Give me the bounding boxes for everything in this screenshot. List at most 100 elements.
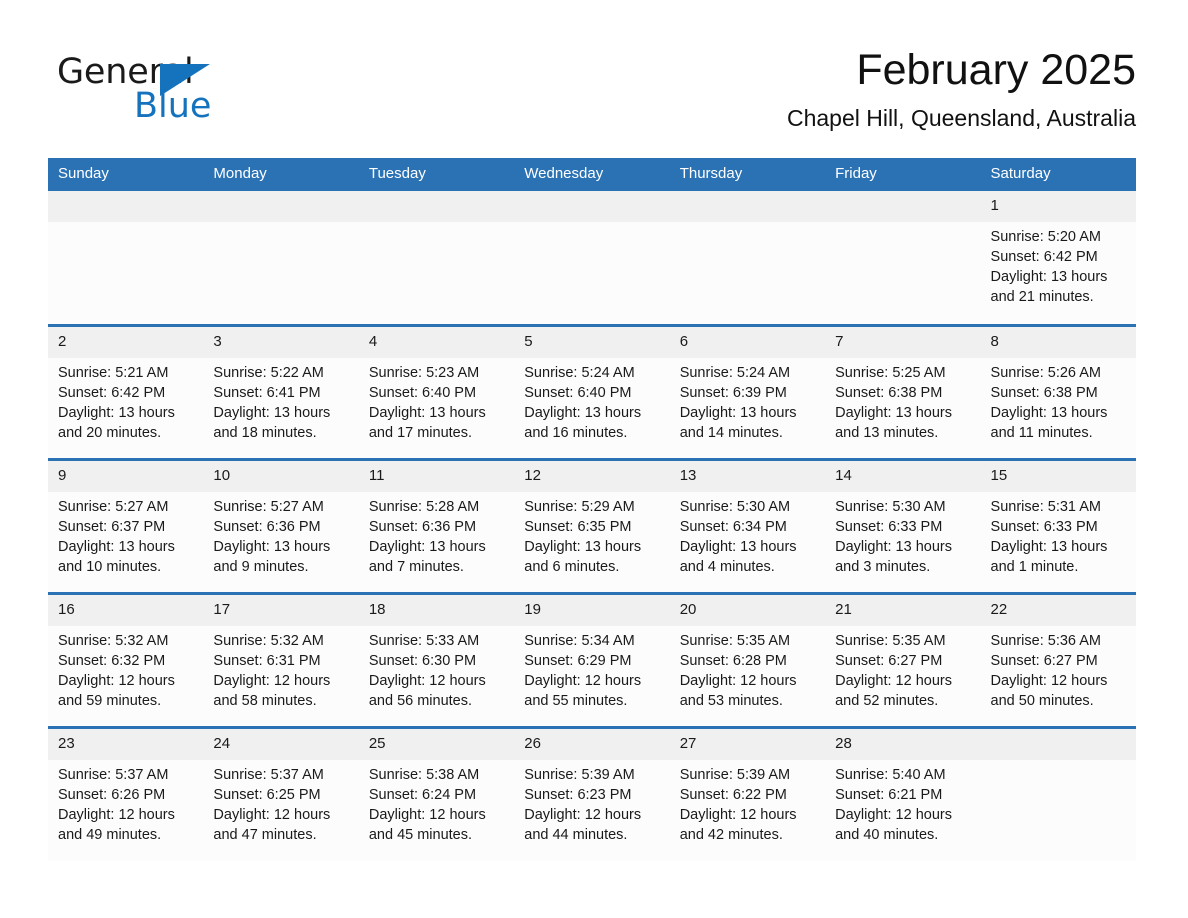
day-info: Sunrise: 5:24 AM Sunset: 6:40 PM Daylight:… (514, 358, 669, 443)
sunrise-text: Sunrise: 5:29 AM (524, 498, 635, 515)
sunset-text: Sunset: 6:36 PM (213, 518, 321, 535)
day-number (48, 191, 204, 222)
calendar-day-cell[interactable]: 20 Sunrise: 5:35 AM Sunset: 6:28 PM Dayligh… (669, 591, 826, 727)
calendar-day-cell[interactable]: 12 Sunrise: 5:29 AM Sunset: 6:35 PM Dayligh… (514, 457, 670, 593)
day-number (980, 728, 1136, 760)
daylight-text: Daylight: 13 hours and 11 minutes. (990, 404, 1108, 441)
daylight-text: Daylight: 13 hours and 20 minutes. (58, 404, 175, 441)
day-info: Sunrise: 5:28 AM Sunset: 6:36 PM Daylight:… (359, 492, 514, 577)
calendar-day-cell[interactable]: 23 Sunrise: 5:37 AM Sunset: 6:26 PM Dayligh… (48, 725, 204, 861)
sunrise-text: Sunrise: 5:36 AM (990, 632, 1101, 649)
day-number (514, 191, 670, 222)
daylight-text: Daylight: 13 hours and 4 minutes. (679, 538, 797, 575)
sunset-text: Sunset: 6:23 PM (524, 786, 632, 803)
day-number: 17 (203, 594, 359, 626)
calendar-day-cell[interactable]: 1 Sunrise: 5:20 AM Sunset: 6:42 PM Daylight… (980, 191, 1136, 325)
calendar-day-cell[interactable]: 24 Sunrise: 5:37 AM Sunset: 6:25 PM Dayligh… (203, 725, 359, 861)
calendar-day-cell[interactable]: 11 Sunrise: 5:28 AM Sunset: 6:36 PM Dayligh… (358, 457, 515, 593)
day-info: Sunrise: 5:33 AM Sunset: 6:30 PM Daylight:… (359, 626, 514, 711)
sunset-text: Sunset: 6:39 PM (679, 384, 787, 401)
calendar-day-cell[interactable]: 8 Sunrise: 5:26 AM Sunset: 6:38 PM Daylight… (980, 323, 1136, 459)
sunset-text: Sunset: 6:21 PM (835, 786, 943, 803)
sunrise-text: Sunrise: 5:27 AM (213, 498, 324, 515)
brand-logo[interactable]: General Blue (57, 52, 357, 128)
calendar-day-cell[interactable]: 27 Sunrise: 5:39 AM Sunset: 6:22 PM Dayligh… (669, 725, 826, 861)
day-info: Sunrise: 5:39 AM Sunset: 6:22 PM Daylight:… (670, 760, 825, 845)
sunrise-text: Sunrise: 5:31 AM (990, 498, 1101, 515)
calendar-day-cell[interactable]: 14 Sunrise: 5:30 AM Sunset: 6:33 PM Dayligh… (825, 457, 981, 593)
day-number: 12 (514, 460, 670, 492)
page-header: General Blue February 2025 Chapel Hill, … (48, 44, 1136, 148)
sunrise-text: Sunrise: 5:33 AM (368, 632, 480, 649)
calendar-day-cell[interactable]: 17 Sunrise: 5:32 AM Sunset: 6:31 PM Dayligh… (203, 591, 359, 727)
sunrise-text: Sunrise: 5:39 AM (524, 766, 635, 783)
daylight-text: Daylight: 13 hours and 13 minutes. (835, 404, 952, 441)
day-info: Sunrise: 5:23 AM Sunset: 6:40 PM Daylight:… (359, 358, 514, 443)
calendar-day-cell[interactable]: 10 Sunrise: 5:27 AM Sunset: 6:36 PM Dayligh… (203, 457, 359, 593)
calendar-day-cell[interactable]: 22 Sunrise: 5:36 AM Sunset: 6:27 PM Dayligh… (980, 591, 1136, 727)
day-number: 28 (825, 728, 981, 760)
calendar-day-cell[interactable]: 5 Sunrise: 5:24 AM Sunset: 6:40 PM Daylight… (514, 323, 670, 459)
daylight-text: Daylight: 12 hours and 53 minutes. (679, 672, 797, 709)
day-info: Sunrise: 5:39 AM Sunset: 6:23 PM Daylight:… (514, 760, 669, 845)
day-info: Sunrise: 5:36 AM Sunset: 6:27 PM Daylight:… (981, 626, 1136, 711)
calendar-day-cell[interactable]: 26 Sunrise: 5:39 AM Sunset: 6:23 PM Dayligh… (514, 725, 670, 861)
daylight-text: Daylight: 13 hours and 1 minute. (990, 538, 1108, 575)
day-number: 26 (514, 728, 670, 760)
sunset-text: Sunset: 6:41 PM (213, 384, 321, 401)
calendar-day-cell[interactable]: 15 Sunrise: 5:31 AM Sunset: 6:33 PM Dayligh… (980, 457, 1136, 593)
calendar-day-cell[interactable]: 13 Sunrise: 5:30 AM Sunset: 6:34 PM Dayligh… (669, 457, 826, 593)
daylight-text: Daylight: 12 hours and 40 minutes. (835, 806, 952, 843)
sunrise-text: Sunrise: 5:37 AM (213, 766, 324, 783)
calendar-day-cell[interactable]: 18 Sunrise: 5:33 AM Sunset: 6:30 PM Dayligh… (358, 591, 515, 727)
calendar-day-cell[interactable]: 28 Sunrise: 5:40 AM Sunset: 6:21 PM Dayligh… (825, 725, 981, 861)
sunrise-text: Sunrise: 5:32 AM (213, 632, 324, 649)
calendar-day-cell[interactable]: 25 Sunrise: 5:38 AM Sunset: 6:24 PM Dayligh… (358, 725, 515, 861)
calendar-day-cell[interactable]: 9 Sunrise: 5:27 AM Sunset: 6:37 PM Daylight… (48, 457, 204, 593)
weekday-header-friday: Friday (825, 158, 981, 191)
calendar-day-cell[interactable]: 16 Sunrise: 5:32 AM Sunset: 6:32 PM Dayligh… (48, 591, 204, 727)
calendar-day-cell-empty (358, 191, 515, 325)
sunrise-text: Sunrise: 5:35 AM (679, 632, 791, 649)
calendar-day-cell[interactable]: 21 Sunrise: 5:35 AM Sunset: 6:27 PM Dayligh… (825, 591, 981, 727)
sunset-text: Sunset: 6:42 PM (990, 249, 1098, 265)
daylight-text: Daylight: 13 hours and 7 minutes. (368, 538, 486, 575)
weekday-header-saturday: Saturday (980, 158, 1136, 191)
daylight-text: Daylight: 12 hours and 58 minutes. (213, 672, 331, 709)
day-number: 20 (669, 594, 826, 626)
calendar-day-cell-empty (825, 191, 981, 325)
calendar-day-cell[interactable]: 7 Sunrise: 5:25 AM Sunset: 6:38 PM Daylight… (825, 323, 981, 459)
day-info: Sunrise: 5:35 AM Sunset: 6:28 PM Daylight:… (670, 626, 825, 711)
calendar-day-cell-empty (669, 191, 826, 325)
day-number (825, 191, 981, 222)
daylight-text: Daylight: 12 hours and 52 minutes. (835, 672, 952, 709)
daylight-text: Daylight: 12 hours and 59 minutes. (58, 672, 175, 709)
day-info: Sunrise: 5:38 AM Sunset: 6:24 PM Daylight:… (359, 760, 514, 845)
sunrise-text: Sunrise: 5:39 AM (679, 766, 791, 783)
sunrise-text: Sunrise: 5:35 AM (835, 632, 946, 649)
day-info: Sunrise: 5:29 AM Sunset: 6:35 PM Daylight:… (514, 492, 669, 577)
calendar-day-cell[interactable]: 4 Sunrise: 5:23 AM Sunset: 6:40 PM Daylight… (358, 323, 515, 459)
day-info: Sunrise: 5:32 AM Sunset: 6:31 PM Daylight:… (203, 626, 358, 711)
calendar-page: General Blue February 2025 Chapel Hill, … (0, 0, 1188, 918)
calendar-day-cell[interactable]: 19 Sunrise: 5:34 AM Sunset: 6:29 PM Dayligh… (514, 591, 670, 727)
sunset-text: Sunset: 6:40 PM (368, 384, 477, 401)
sunset-text: Sunset: 6:30 PM (368, 652, 477, 669)
day-number: 19 (514, 594, 670, 626)
sunrise-text: Sunrise: 5:30 AM (835, 498, 946, 515)
calendar-day-cell[interactable]: 2 Sunrise: 5:21 AM Sunset: 6:42 PM Daylight… (48, 323, 204, 459)
sunset-text: Sunset: 6:34 PM (679, 518, 787, 535)
sunrise-text: Sunrise: 5:40 AM (835, 766, 946, 783)
calendar-day-cell[interactable]: 6 Sunrise: 5:24 AM Sunset: 6:39 PM Daylight… (669, 323, 826, 459)
day-number: 7 (825, 326, 981, 358)
title-block: February 2025 Chapel Hill, Queensland, A… (436, 44, 1136, 135)
day-info: Sunrise: 5:27 AM Sunset: 6:37 PM Daylight:… (48, 492, 203, 577)
day-number: 21 (825, 594, 981, 626)
sunset-text: Sunset: 6:37 PM (58, 518, 166, 535)
sunrise-text: Sunrise: 5:28 AM (368, 498, 480, 515)
day-number: 27 (669, 728, 826, 760)
day-info: Sunrise: 5:37 AM Sunset: 6:26 PM Daylight:… (48, 760, 203, 845)
brand-name-blue: Blue (134, 86, 212, 126)
calendar-day-cell[interactable]: 3 Sunrise: 5:22 AM Sunset: 6:41 PM Daylight… (203, 323, 359, 459)
day-number: 3 (203, 326, 359, 358)
